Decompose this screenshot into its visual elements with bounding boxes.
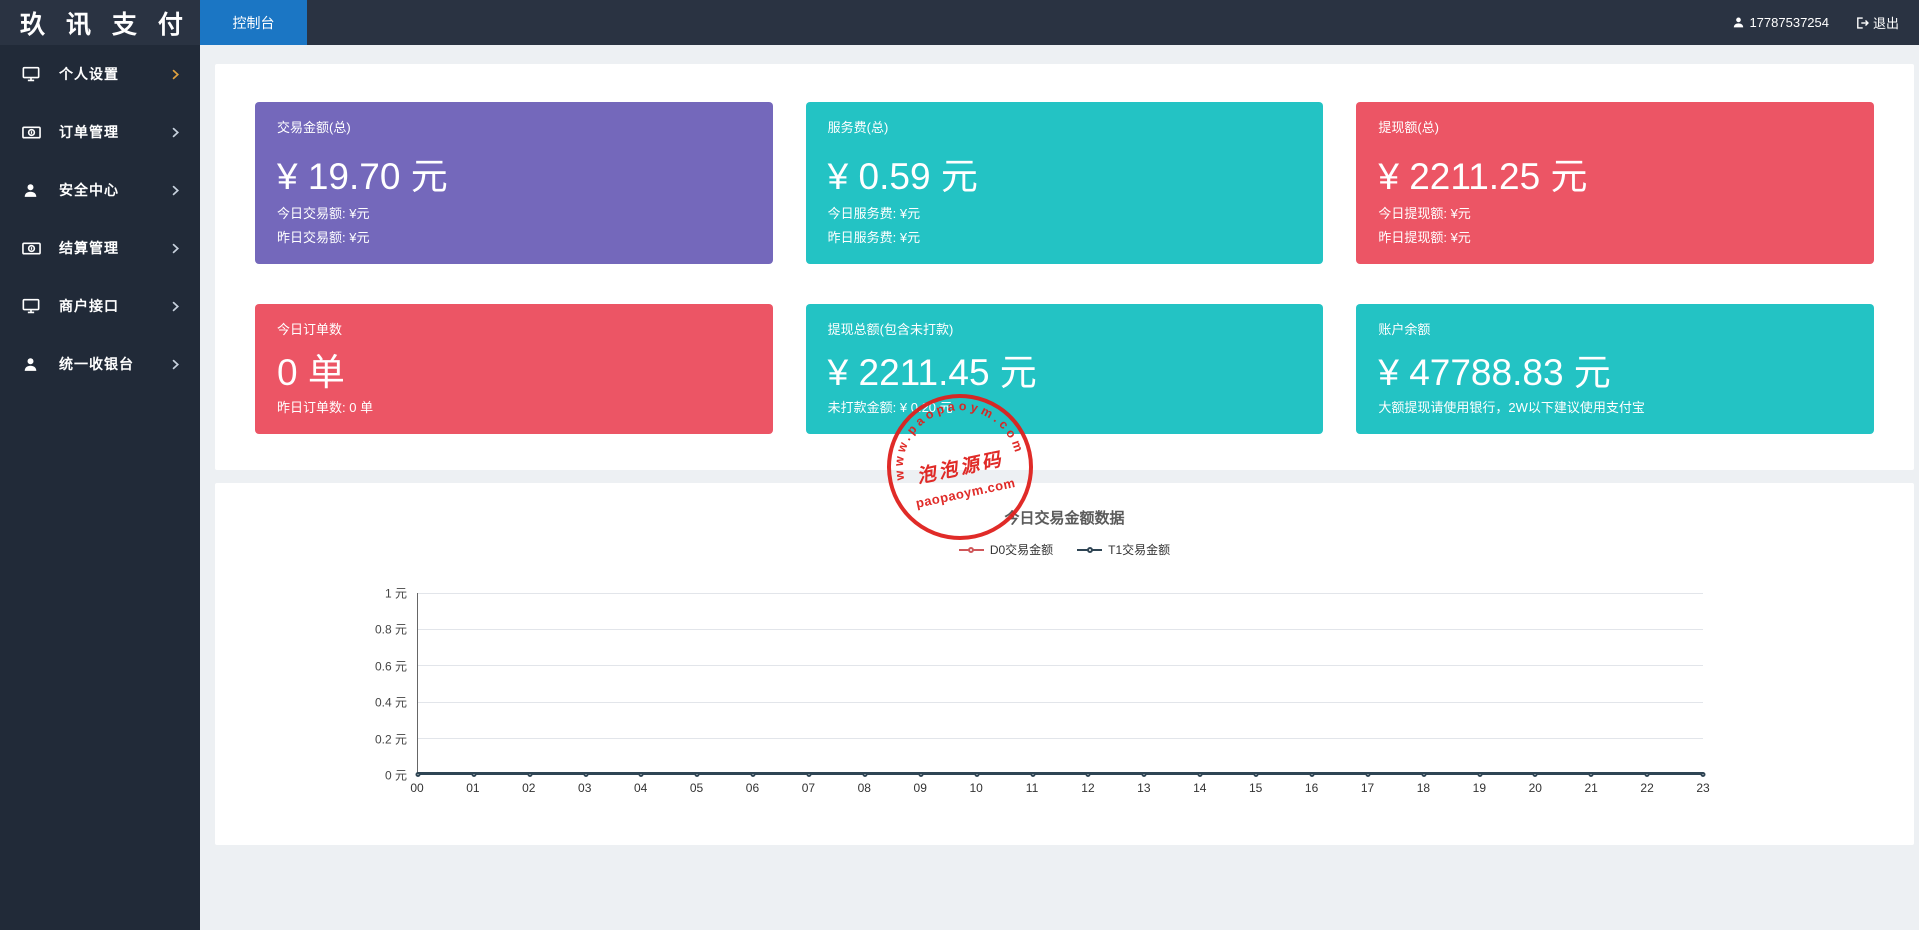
logout-icon — [1855, 16, 1869, 30]
card-title: 提现总额(包含未打款) — [828, 319, 1302, 338]
card-subline: 大额提现请使用银行，2W以下建议使用支付宝 — [1378, 396, 1852, 420]
stat-card: 账户余额 ¥ 47788.83 元 大额提现请使用银行，2W以下建议使用支付宝 — [1356, 304, 1874, 434]
stat-card: 交易金额(总) ¥ 19.70 元 今日交易额: ¥元 昨日交易额: ¥元 — [255, 102, 773, 264]
chevron-right-icon — [169, 68, 182, 81]
user-icon — [22, 182, 46, 199]
sidebar-item-personal-settings[interactable]: 个人设置 — [0, 45, 200, 103]
legend-item[interactable]: T1交易金额 — [1077, 541, 1170, 558]
card-subline: 昨日交易额: ¥元 — [277, 226, 751, 250]
sidebar-item-label: 统一收银台 — [59, 354, 169, 374]
sidebar-item-merchant-api[interactable]: 商户接口 — [0, 277, 200, 335]
logout-label: 退出 — [1873, 13, 1899, 32]
monitor-icon — [22, 297, 46, 315]
tab-console[interactable]: 控制台 — [200, 0, 307, 45]
user-icon — [1732, 16, 1745, 29]
card-amount: ¥ 19.70 元 — [277, 146, 751, 200]
x-axis-labels: 0001020304050607080910111213141516171819… — [417, 781, 1703, 797]
card-subline: 昨日服务费: ¥元 — [828, 226, 1302, 250]
card-amount: ¥ 2211.25 元 — [1378, 146, 1852, 200]
monitor-icon — [22, 65, 46, 83]
sidebar-item-label: 个人设置 — [59, 64, 169, 84]
stats-panel: 交易金额(总) ¥ 19.70 元 今日交易额: ¥元 昨日交易额: ¥元 服务… — [215, 64, 1914, 470]
chevron-right-icon — [169, 184, 182, 197]
sidebar: 个人设置 订单管理 安全中心 结算管理 商户接口 — [0, 45, 200, 930]
card-title: 提现额(总) — [1378, 117, 1852, 136]
banknote-icon — [22, 239, 46, 258]
legend-label: D0交易金额 — [990, 541, 1053, 558]
stat-card: 提现总额(包含未打款) ¥ 2211.45 元 未打款金额: ¥ 0.20 元 — [806, 304, 1324, 434]
legend-marker-icon — [959, 549, 984, 551]
legend-item[interactable]: D0交易金额 — [959, 541, 1053, 558]
y-axis-labels: 1 元0.8 元0.6 元0.4 元0.2 元0 元 — [345, 593, 407, 775]
card-subline: 今日交易额: ¥元 — [277, 202, 751, 226]
sidebar-item-label: 安全中心 — [59, 180, 169, 200]
user-account[interactable]: 17787537254 — [1732, 15, 1829, 30]
sidebar-item-security-center[interactable]: 安全中心 — [0, 161, 200, 219]
brand-logo: 玖 讯 支 付 — [0, 0, 200, 45]
sidebar-item-order-management[interactable]: 订单管理 — [0, 103, 200, 161]
sidebar-item-settlement-management[interactable]: 结算管理 — [0, 219, 200, 277]
chevron-right-icon — [169, 358, 182, 371]
legend-label: T1交易金额 — [1108, 541, 1170, 558]
chart-legend: D0交易金额 T1交易金额 — [215, 541, 1914, 558]
stat-card: 服务费(总) ¥ 0.59 元 今日服务费: ¥元 昨日服务费: ¥元 — [806, 102, 1324, 264]
stat-card: 提现额(总) ¥ 2211.25 元 今日提现额: ¥元 昨日提现额: ¥元 — [1356, 102, 1874, 264]
sidebar-item-unified-cashier[interactable]: 统一收银台 — [0, 335, 200, 393]
card-subline: 今日提现额: ¥元 — [1378, 202, 1852, 226]
card-subline: 昨日订单数: 0 单 — [277, 396, 751, 420]
plot-area — [417, 593, 1703, 775]
card-subline: 昨日提现额: ¥元 — [1378, 226, 1852, 250]
sidebar-item-label: 订单管理 — [59, 122, 169, 142]
top-bar: 玖 讯 支 付 控制台 17787537254 退出 — [0, 0, 1919, 45]
stat-card: 今日订单数 0 单 昨日订单数: 0 单 — [255, 304, 773, 434]
zero-line — [418, 772, 1703, 775]
chart-title: 今日交易金额数据 — [215, 483, 1914, 528]
card-subline: 未打款金额: ¥ 0.20 元 — [828, 396, 1302, 420]
chart-panel: 今日交易金额数据 D0交易金额 T1交易金额 1 元0.8 元0.6 元0.4 … — [215, 483, 1914, 845]
chevron-right-icon — [169, 126, 182, 139]
card-subline: 今日服务费: ¥元 — [828, 202, 1302, 226]
chevron-right-icon — [169, 242, 182, 255]
sidebar-item-label: 结算管理 — [59, 238, 169, 258]
banknote-icon — [22, 123, 46, 142]
card-title: 交易金额(总) — [277, 117, 751, 136]
card-amount: ¥ 2211.45 元 — [828, 342, 1302, 396]
username: 17787537254 — [1749, 15, 1829, 30]
card-amount: 0 单 — [277, 342, 751, 396]
card-title: 服务费(总) — [828, 117, 1302, 136]
legend-marker-icon — [1077, 549, 1102, 551]
sidebar-item-label: 商户接口 — [59, 296, 169, 316]
chevron-right-icon — [169, 300, 182, 313]
card-amount: ¥ 47788.83 元 — [1378, 342, 1852, 396]
card-amount: ¥ 0.59 元 — [828, 146, 1302, 200]
card-title: 今日订单数 — [277, 319, 751, 338]
user-icon — [22, 356, 46, 373]
logout-button[interactable]: 退出 — [1855, 13, 1899, 32]
main-content: 交易金额(总) ¥ 19.70 元 今日交易额: ¥元 昨日交易额: ¥元 服务… — [200, 45, 1919, 930]
card-title: 账户余额 — [1378, 319, 1852, 338]
